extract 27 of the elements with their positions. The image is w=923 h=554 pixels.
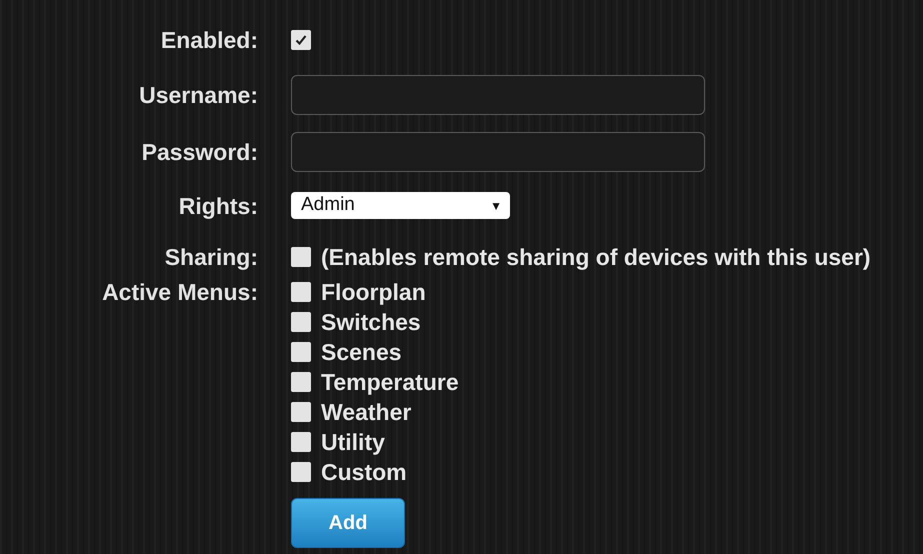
menu-option-label: Custom (321, 460, 407, 484)
menu-option-label: Utility (321, 430, 385, 454)
checkbox[interactable] (291, 247, 311, 267)
checkbox[interactable] (291, 402, 311, 422)
checkbox[interactable] (291, 462, 311, 482)
field-label: Password: (140, 140, 258, 164)
menu-option-label: Scenes (321, 340, 402, 364)
field-label: Enabled: (160, 28, 258, 52)
checkbox[interactable] (291, 282, 311, 302)
field-label: Rights: (178, 194, 258, 218)
field-label: Sharing: (164, 245, 258, 269)
menu-option-label: Temperature (321, 370, 459, 394)
menu-option-label: Weather (321, 400, 412, 424)
check-icon (295, 34, 307, 46)
checkbox[interactable] (291, 312, 311, 332)
sharing-description: (Enables remote sharing of devices with this user) (321, 245, 871, 269)
field-label: Active Menus: (101, 278, 258, 307)
checkbox[interactable] (291, 372, 311, 392)
checkbox[interactable] (291, 342, 311, 362)
rights-dropdown[interactable]: Admin ▼ (291, 192, 510, 219)
input-field[interactable] (291, 132, 705, 172)
field-label: Username: (138, 83, 258, 107)
menu-option-label: Floorplan (321, 280, 426, 304)
menu-option-label: Switches (321, 310, 421, 334)
checkbox[interactable] (291, 432, 311, 452)
input-field[interactable] (291, 75, 705, 115)
checkbox[interactable] (291, 30, 311, 50)
